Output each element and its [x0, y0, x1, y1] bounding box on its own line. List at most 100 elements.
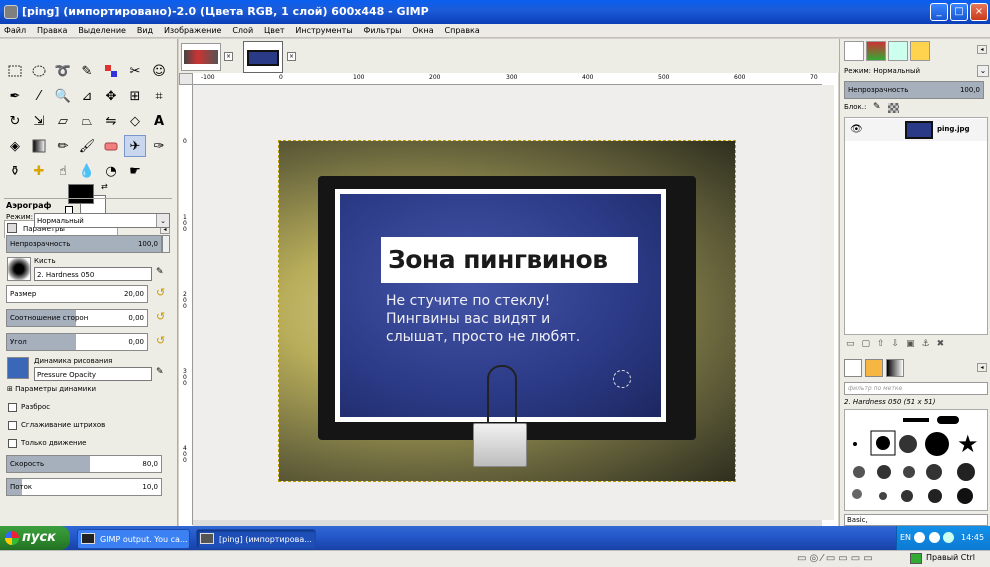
dynamics-preview-icon[interactable]: [7, 357, 29, 379]
help-icon[interactable]: [914, 532, 925, 543]
layer-actions-toolbar[interactable]: ▭▢⇧⇩▣⚓✖: [846, 339, 986, 353]
perspective-icon[interactable]: ⏢: [76, 110, 98, 132]
undo-tab-icon[interactable]: [910, 41, 930, 61]
brush-preset-select[interactable]: Basic,: [844, 514, 988, 526]
brush-tag-filter[interactable]: фильтр по метке: [844, 382, 988, 395]
vertical-ruler[interactable]: 0 1 0 0 2 0 0 3 0 0 4 0 0: [179, 85, 193, 525]
image-tab-2[interactable]: [243, 41, 283, 73]
opacity-spin[interactable]: [162, 235, 170, 253]
menu-help[interactable]: Справка: [441, 24, 484, 38]
minimize-button[interactable]: _: [930, 3, 948, 21]
gradients-tab-icon[interactable]: [886, 359, 904, 377]
patterns-tab-icon[interactable]: [865, 359, 883, 377]
fuzzy-select-icon[interactable]: ✎: [76, 60, 98, 82]
rect-select-icon[interactable]: [4, 60, 26, 82]
layer-mode-dropdown[interactable]: ⌄: [977, 65, 989, 77]
close-tab-icon[interactable]: ×: [287, 52, 296, 61]
menu-edit[interactable]: Правка: [33, 24, 71, 38]
scale-icon[interactable]: ⇲: [28, 110, 50, 132]
lock-alpha-icon[interactable]: [888, 103, 899, 113]
scatter-checkbox[interactable]: [8, 403, 17, 412]
brush-preview-icon[interactable]: [7, 257, 31, 281]
size-slider[interactable]: Размер 20,00: [6, 285, 148, 303]
angle-slider[interactable]: Угол 0,00: [6, 333, 148, 351]
dodge-burn-icon[interactable]: ◔: [100, 160, 122, 182]
align-icon[interactable]: ⊞: [124, 85, 146, 107]
paintbrush-icon[interactable]: 🖌: [76, 135, 98, 157]
gimp-app-icon[interactable]: [4, 5, 18, 19]
close-button[interactable]: ×: [970, 3, 988, 21]
menu-colors[interactable]: Цвет: [260, 24, 289, 38]
crop-icon[interactable]: ⌗: [148, 85, 170, 107]
color-picker-icon[interactable]: ⁄: [28, 85, 50, 107]
ink-icon[interactable]: ✑: [148, 135, 170, 157]
layer-opacity-slider[interactable]: Непрозрачность 100,0: [844, 81, 984, 99]
image-tab-1[interactable]: [181, 43, 221, 71]
taskbar-item-gimp-image[interactable]: [ping] (импортирова...: [196, 529, 316, 549]
edit-dynamics-icon[interactable]: ✎: [156, 367, 164, 377]
mode-select[interactable]: Нормальный ⌄: [34, 213, 170, 228]
brush-grid[interactable]: ★: [844, 409, 988, 511]
clock[interactable]: 14:45: [961, 526, 984, 550]
menu-view[interactable]: Вид: [133, 24, 157, 38]
window-title-bar[interactable]: [ping] (импортировано)-2.0 (Цвета RGB, 1…: [0, 0, 990, 24]
menu-image[interactable]: Изображение: [160, 24, 226, 38]
smudge-icon[interactable]: ☝: [52, 160, 74, 182]
menu-layer[interactable]: Слой: [228, 24, 257, 38]
bucket-fill-icon[interactable]: ◈: [4, 135, 26, 157]
dynamics-params-expander[interactable]: ⊞ Параметры динамики: [7, 385, 96, 393]
ellipse-select-icon[interactable]: [28, 60, 50, 82]
vertical-scrollbar[interactable]: [822, 85, 834, 520]
eraser-icon[interactable]: [100, 135, 122, 157]
measure-icon[interactable]: ⊿: [76, 85, 98, 107]
brushes-tab-icon[interactable]: [844, 359, 862, 377]
rate-slider[interactable]: Скорость 80,0: [6, 455, 162, 473]
aspect-ratio-slider[interactable]: Соотношение сторон 0,00: [6, 309, 148, 327]
flip-icon[interactable]: ⇋: [100, 110, 122, 132]
reset-size-icon[interactable]: ↺: [156, 286, 165, 299]
security-icon[interactable]: [943, 532, 954, 543]
lasso-icon[interactable]: ➰: [52, 60, 74, 82]
airbrush-icon[interactable]: ✈: [124, 135, 146, 157]
menu-filters[interactable]: Фильтры: [360, 24, 406, 38]
swap-colors-icon[interactable]: ⇄: [101, 182, 108, 191]
color-select-icon[interactable]: [100, 60, 122, 82]
rotate-icon[interactable]: ↻: [4, 110, 26, 132]
scissors-icon[interactable]: ✂: [124, 60, 146, 82]
zoom-icon[interactable]: 🔍: [52, 85, 74, 107]
menu-windows[interactable]: Окна: [408, 24, 437, 38]
foreground-select-icon[interactable]: ☺: [148, 60, 170, 82]
shear-icon[interactable]: ▱: [52, 110, 74, 132]
vm-device-icons[interactable]: ▭◎⁄▭▭▭▭: [797, 553, 876, 564]
cage-transform-icon[interactable]: ◇: [124, 110, 146, 132]
heal-icon[interactable]: ✚: [28, 160, 50, 182]
menu-file[interactable]: Файл: [0, 24, 30, 38]
channels-tab-icon[interactable]: [866, 41, 886, 61]
lock-pixels-icon[interactable]: ✎: [873, 102, 881, 112]
gradient-icon[interactable]: [28, 135, 50, 157]
incremental-checkbox[interactable]: [8, 439, 17, 448]
layers-tab-icon[interactable]: [844, 41, 864, 61]
move-icon[interactable]: ✥: [100, 85, 122, 107]
reset-aspect-icon[interactable]: ↺: [156, 310, 165, 323]
paths-tab-icon[interactable]: [888, 41, 908, 61]
eye-icon[interactable]: 👁: [850, 124, 863, 135]
layer-row[interactable]: 👁 ping.jpg: [845, 119, 987, 141]
paths-icon[interactable]: ✒: [4, 85, 26, 107]
smooth-checkbox[interactable]: [8, 421, 17, 430]
reset-angle-icon[interactable]: ↺: [156, 334, 165, 347]
pencil-icon[interactable]: ✏: [52, 135, 74, 157]
panel-menu-icon[interactable]: ◂: [977, 45, 987, 54]
brush-field[interactable]: 2. Hardness 050: [34, 267, 152, 281]
panel-menu-icon[interactable]: ◂: [977, 363, 987, 372]
menu-tools[interactable]: Инструменты: [291, 24, 356, 38]
blur-icon[interactable]: 💧: [76, 160, 98, 182]
menu-select[interactable]: Выделение: [74, 24, 130, 38]
layer-name[interactable]: ping.jpg: [937, 125, 969, 133]
network-icon[interactable]: [929, 532, 940, 543]
close-tab-icon[interactable]: ×: [224, 52, 233, 61]
quick-mask-corner[interactable]: [179, 73, 193, 85]
maximize-button[interactable]: □: [950, 3, 968, 21]
opacity-slider[interactable]: Непрозрачность 100,0: [6, 235, 162, 253]
edit-brush-icon[interactable]: ✎: [156, 267, 164, 277]
